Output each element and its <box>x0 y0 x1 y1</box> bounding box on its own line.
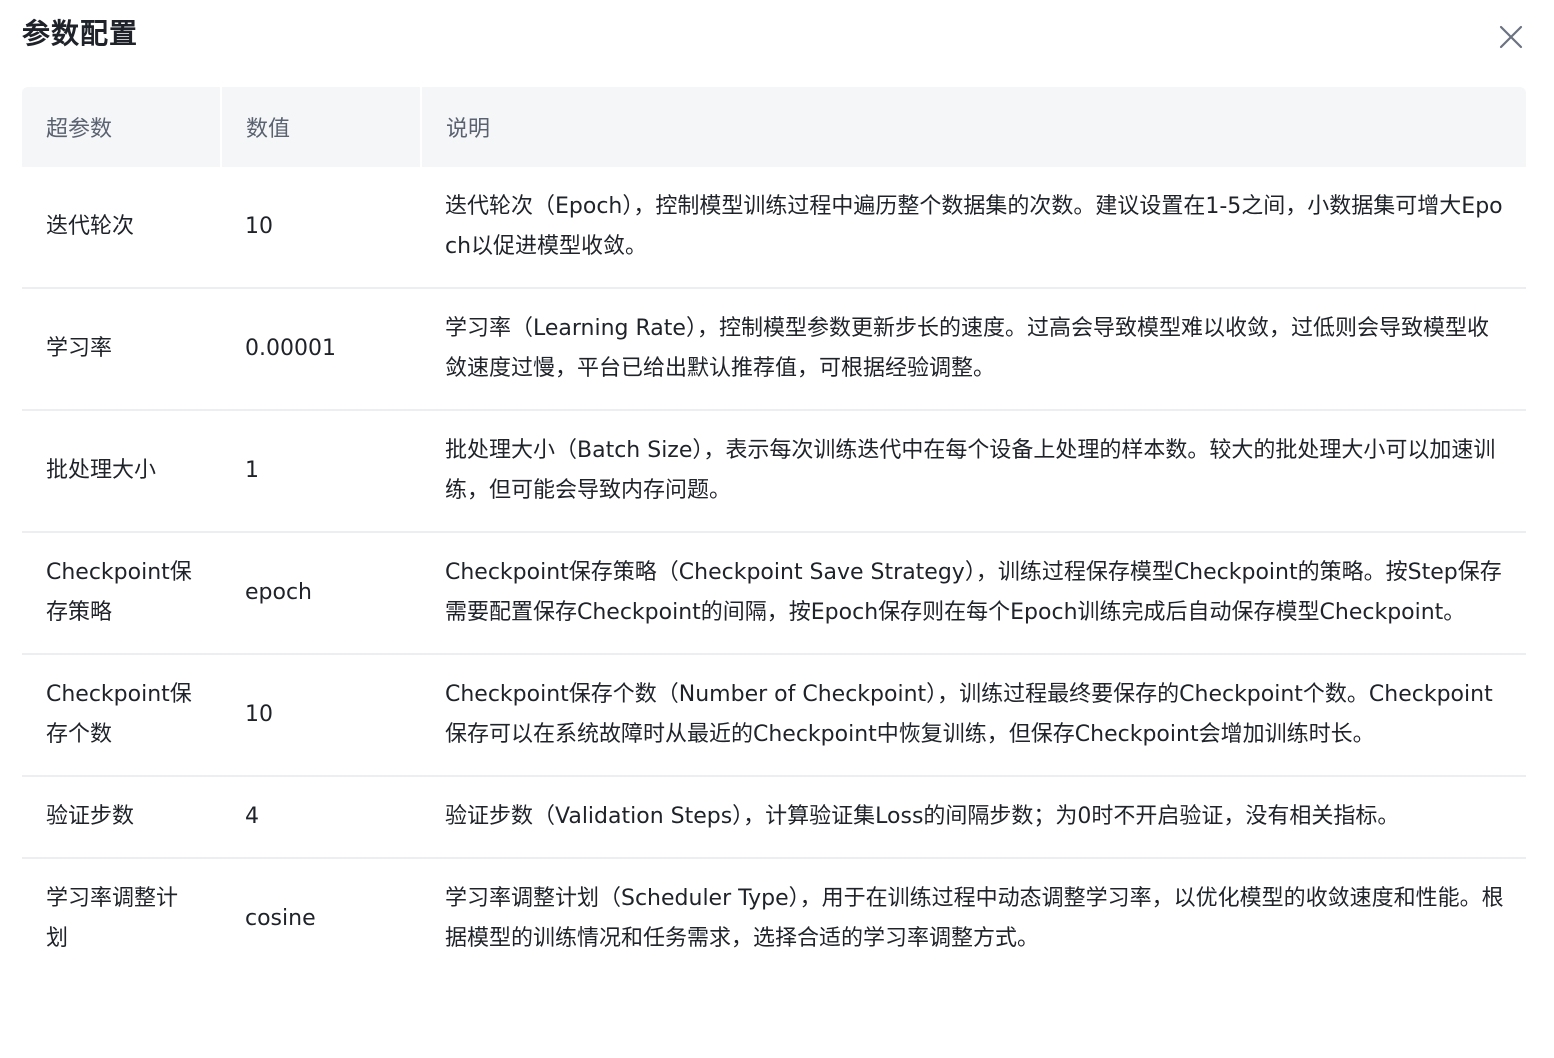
param-table-container: 超参数 数值 说明 迭代轮次 10 迭代轮次（Epoch），控制模型训练过程中遍… <box>22 87 1526 979</box>
row-param-name: 学习率 <box>22 288 221 411</box>
row-param-desc: 批处理大小（Batch Size），表示每次训练迭代中在每个设备上处理的样本数。… <box>421 410 1526 533</box>
param-table: 超参数 数值 说明 迭代轮次 10 迭代轮次（Epoch），控制模型训练过程中遍… <box>22 87 1526 979</box>
row-param-name: Checkpoint保存策略 <box>22 532 221 655</box>
row-param-value: 4 <box>221 776 421 859</box>
param-config-dialog: 参数配置 超参数 数值 说明 迭代轮次 10 迭代轮次（Epoch），控制模型训… <box>0 0 1554 1058</box>
header-param: 超参数 <box>22 87 222 167</box>
table-row: Checkpoint保存策略 epoch Checkpoint保存策略（Chec… <box>22 532 1526 655</box>
row-param-desc: Checkpoint保存策略（Checkpoint Save Strategy）… <box>421 532 1526 655</box>
table-row: 验证步数 4 验证步数（Validation Steps），计算验证集Loss的… <box>22 776 1526 859</box>
row-param-desc: 验证步数（Validation Steps），计算验证集Loss的间隔步数；为0… <box>421 776 1526 859</box>
row-param-desc: 学习率（Learning Rate），控制模型参数更新步长的速度。过高会导致模型… <box>421 288 1526 411</box>
table-row: Checkpoint保存个数 10 Checkpoint保存个数（Number … <box>22 654 1526 777</box>
row-param-name: 批处理大小 <box>22 410 221 533</box>
close-icon <box>1499 25 1523 49</box>
header-desc: 说明 <box>421 87 1526 167</box>
table-row: 迭代轮次 10 迭代轮次（Epoch），控制模型训练过程中遍历整个数据集的次数。… <box>22 167 1526 289</box>
row-param-value: 10 <box>221 654 421 777</box>
header-value: 数值 <box>221 87 422 167</box>
row-param-value: epoch <box>221 532 421 655</box>
row-param-value: 10 <box>221 167 421 289</box>
row-param-name: 学习率调整计划 <box>46 886 179 951</box>
row-param-desc: Checkpoint保存个数（Number of Checkpoint），训练过… <box>421 654 1526 777</box>
table-row: 学习率调整计划 cosine 学习率调整计划（Scheduler Type），用… <box>22 858 1526 979</box>
dialog-title: 参数配置 <box>22 17 139 50</box>
row-param-value: cosine <box>245 906 316 931</box>
close-button[interactable] <box>1496 22 1526 52</box>
row-param-value: 1 <box>221 410 421 533</box>
table-row: 批处理大小 1 批处理大小（Batch Size），表示每次训练迭代中在每个设备… <box>22 410 1526 533</box>
table-header-row: 超参数 数值 说明 <box>22 87 1526 167</box>
table-row: 学习率 0.00001 学习率（Learning Rate），控制模型参数更新步… <box>22 288 1526 411</box>
row-param-value: 0.00001 <box>221 288 421 411</box>
row-param-name: 验证步数 <box>22 776 221 859</box>
row-param-name: Checkpoint保存个数 <box>22 654 221 777</box>
row-param-desc: 迭代轮次（Epoch），控制模型训练过程中遍历整个数据集的次数。建议设置在1-5… <box>421 167 1526 289</box>
row-param-desc: 学习率调整计划（Scheduler Type），用于在训练过程中动态调整学习率，… <box>445 886 1504 951</box>
row-param-name: 迭代轮次 <box>22 167 221 289</box>
